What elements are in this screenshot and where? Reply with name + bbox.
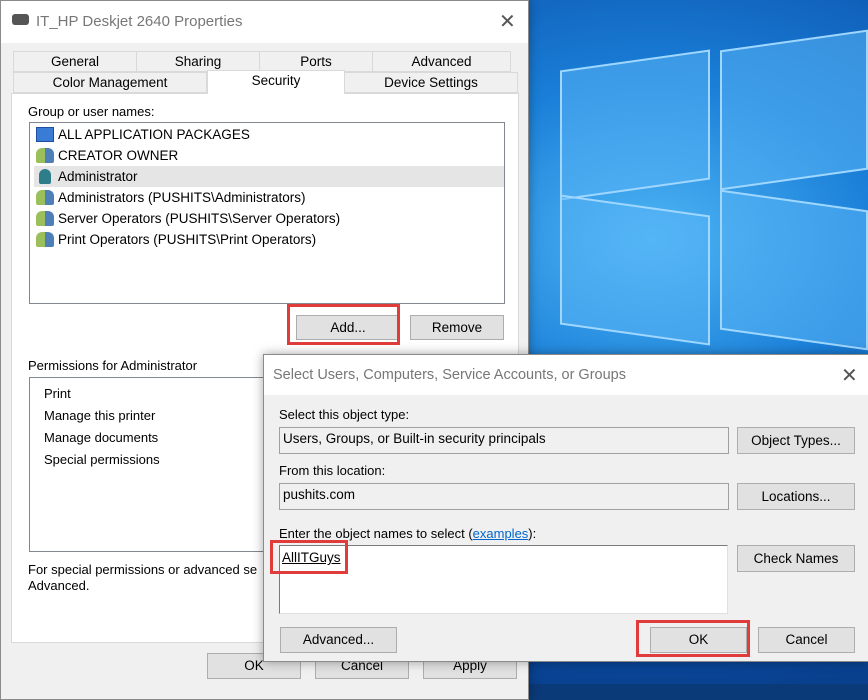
app-packages-icon	[36, 127, 54, 142]
tab-general[interactable]: General	[13, 51, 137, 72]
names-label-prefix: Enter the object names to select (	[279, 526, 473, 541]
list-item[interactable]: CREATOR OWNER	[34, 145, 504, 166]
add-button[interactable]: Add...	[296, 315, 400, 340]
tab-ports[interactable]: Ports	[259, 51, 373, 72]
group-icon	[36, 232, 54, 247]
remove-button[interactable]: Remove	[410, 315, 504, 340]
group-label: Group or user names:	[28, 104, 155, 119]
locations-button[interactable]: Locations...	[737, 483, 855, 510]
user-name: Print Operators (PUSHITS\Print Operators…	[58, 232, 317, 247]
list-item[interactable]: Print Operators (PUSHITS\Print Operators…	[34, 229, 504, 250]
permissions-label: Permissions for Administrator	[28, 358, 198, 373]
tab-security[interactable]: Security	[207, 70, 345, 94]
tab-sharing[interactable]: Sharing	[136, 51, 260, 72]
close-icon[interactable]: ✕	[841, 363, 858, 387]
object-type-label: Select this object type:	[279, 407, 410, 422]
tab-advanced[interactable]: Advanced	[372, 51, 511, 72]
user-name: ALL APPLICATION PACKAGES	[58, 127, 250, 142]
object-types-button[interactable]: Object Types...	[737, 427, 855, 454]
advanced-button[interactable]: Advanced...	[280, 627, 397, 653]
object-name-value: AllITGuys	[282, 550, 341, 565]
names-label: Enter the object names to select (exampl…	[279, 526, 536, 541]
window-title: IT_HP Deskjet 2640 Properties	[36, 13, 243, 30]
windows-logo-pane	[720, 29, 868, 191]
list-item[interactable]: Administrators (PUSHITS\Administrators)	[34, 187, 504, 208]
user-name: Administrators (PUSHITS\Administrators)	[58, 190, 306, 205]
object-type-field: Users, Groups, or Built-in security prin…	[279, 427, 729, 454]
permission-item: Special permissions	[44, 452, 160, 467]
group-icon	[36, 211, 54, 226]
dialog-title-bar: Select Users, Computers, Service Account…	[264, 355, 868, 395]
select-users-dialog: Select Users, Computers, Service Account…	[263, 354, 868, 662]
check-names-button[interactable]: Check Names	[737, 545, 855, 572]
permission-item: Print	[44, 386, 71, 401]
tab-device-settings[interactable]: Device Settings	[344, 72, 518, 93]
names-label-suffix: ):	[528, 526, 537, 541]
examples-link[interactable]: examples	[473, 526, 529, 541]
dialog-ok-button[interactable]: OK	[650, 627, 747, 653]
user-name: CREATOR OWNER	[58, 148, 179, 163]
permission-item: Manage this printer	[44, 408, 156, 423]
object-names-input[interactable]: AllITGuys	[279, 545, 728, 614]
user-list[interactable]: ALL APPLICATION PACKAGES CREATOR OWNER A…	[29, 122, 505, 304]
location-label: From this location:	[279, 463, 386, 478]
list-item[interactable]: ALL APPLICATION PACKAGES	[34, 124, 504, 145]
dialog-title: Select Users, Computers, Service Account…	[273, 367, 626, 383]
footer-text-2: Advanced.	[28, 578, 90, 593]
user-icon	[39, 169, 51, 184]
tab-color-management[interactable]: Color Management	[13, 72, 207, 93]
location-field: pushits.com	[279, 483, 729, 510]
user-name: Administrator	[58, 169, 138, 184]
group-icon	[36, 148, 54, 163]
list-item[interactable]: Server Operators (PUSHITS\Server Operato…	[34, 208, 504, 229]
windows-logo-pane	[720, 189, 868, 351]
close-icon[interactable]: ✕	[499, 9, 516, 33]
title-bar: IT_HP Deskjet 2640 Properties ✕	[1, 1, 528, 43]
permission-item: Manage documents	[44, 430, 159, 445]
user-name: Server Operators (PUSHITS\Server Operato…	[58, 211, 341, 226]
dialog-cancel-button[interactable]: Cancel	[758, 627, 855, 653]
windows-logo-pane	[560, 49, 710, 201]
footer-text: For special permissions or advanced se	[28, 562, 258, 577]
list-item[interactable]: Administrator	[34, 166, 504, 187]
printer-icon	[12, 14, 29, 25]
windows-logo-pane	[560, 194, 710, 346]
group-icon	[36, 190, 54, 205]
